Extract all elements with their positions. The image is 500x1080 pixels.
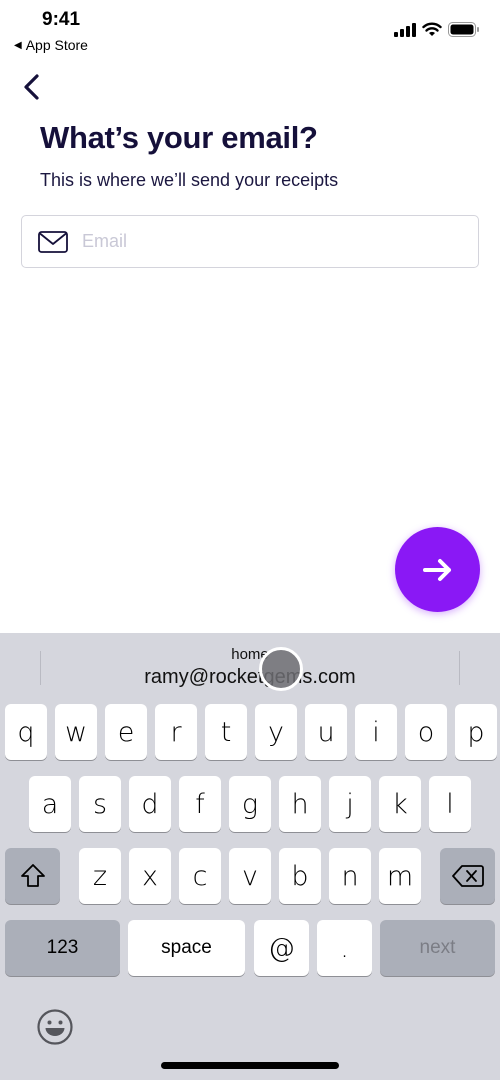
chevron-left-icon [24,74,39,100]
back-button[interactable] [18,70,48,104]
shift-icon [20,864,45,887]
key-d[interactable]: d [129,776,171,832]
wifi-icon [422,22,442,36]
arrow-right-icon [422,558,451,581]
emoji-icon [37,1009,73,1045]
envelope-icon [38,230,68,253]
at-key[interactable]: @ [254,920,309,976]
key-b[interactable]: b [279,848,321,904]
key-t[interactable]: t [205,704,247,760]
period-key[interactable]: . [317,920,372,976]
key-i[interactable]: i [355,704,397,760]
key-r[interactable]: r [155,704,197,760]
key-p[interactable]: p [455,704,497,760]
key-l[interactable]: l [429,776,471,832]
space-key[interactable]: space [128,920,245,976]
email-input[interactable] [82,231,462,252]
key-e[interactable]: e [105,704,147,760]
back-to-app-store[interactable]: ◀ App Store [14,37,88,53]
numbers-key[interactable]: 123 [5,920,120,976]
status-bar: 9:41 ◀ App Store [0,0,500,60]
key-n[interactable]: n [329,848,371,904]
key-j[interactable]: j [329,776,371,832]
key-v[interactable]: v [229,848,271,904]
suggestion-value: ramy@rocketgems.com [144,666,356,688]
page-title: What’s your email? [40,120,318,155]
key-w[interactable]: w [55,704,97,760]
cellular-signal-icon [394,22,416,37]
key-u[interactable]: u [305,704,347,760]
key-h[interactable]: h [279,776,321,832]
key-q[interactable]: q [5,704,47,760]
delete-backspace-icon [451,865,484,887]
home-indicator[interactable] [161,1062,339,1069]
key-z[interactable]: z [79,848,121,904]
key-y[interactable]: y [255,704,297,760]
battery-icon [448,22,479,37]
page-subtitle: This is where we’ll send your receipts [40,170,339,190]
suggestion-bar: home ramy@rocketgems.com [0,633,500,698]
key-k[interactable]: k [379,776,421,832]
key-x[interactable]: x [129,848,171,904]
shift-key[interactable] [5,848,60,904]
key-s[interactable]: s [79,776,121,832]
suggestion-label: home [231,646,269,663]
key-o[interactable]: o [405,704,447,760]
key-a[interactable]: a [29,776,71,832]
key-m[interactable]: m [379,848,421,904]
back-to-app-label: App Store [25,37,88,53]
emoji-button[interactable] [36,1008,74,1046]
status-time: 9:41 [42,9,81,30]
status-icons [394,22,480,37]
back-triangle-icon: ◀ [14,39,22,51]
key-g[interactable]: g [229,776,271,832]
key-f[interactable]: f [179,776,221,832]
key-c[interactable]: c [179,848,221,904]
delete-key[interactable] [440,848,495,904]
touch-indicator [259,647,303,691]
next-key[interactable]: next [380,920,495,976]
email-field[interactable] [21,215,479,268]
keyboard: home ramy@rocketgems.com 123 space @ . n… [0,633,500,1080]
next-button[interactable] [395,527,480,612]
